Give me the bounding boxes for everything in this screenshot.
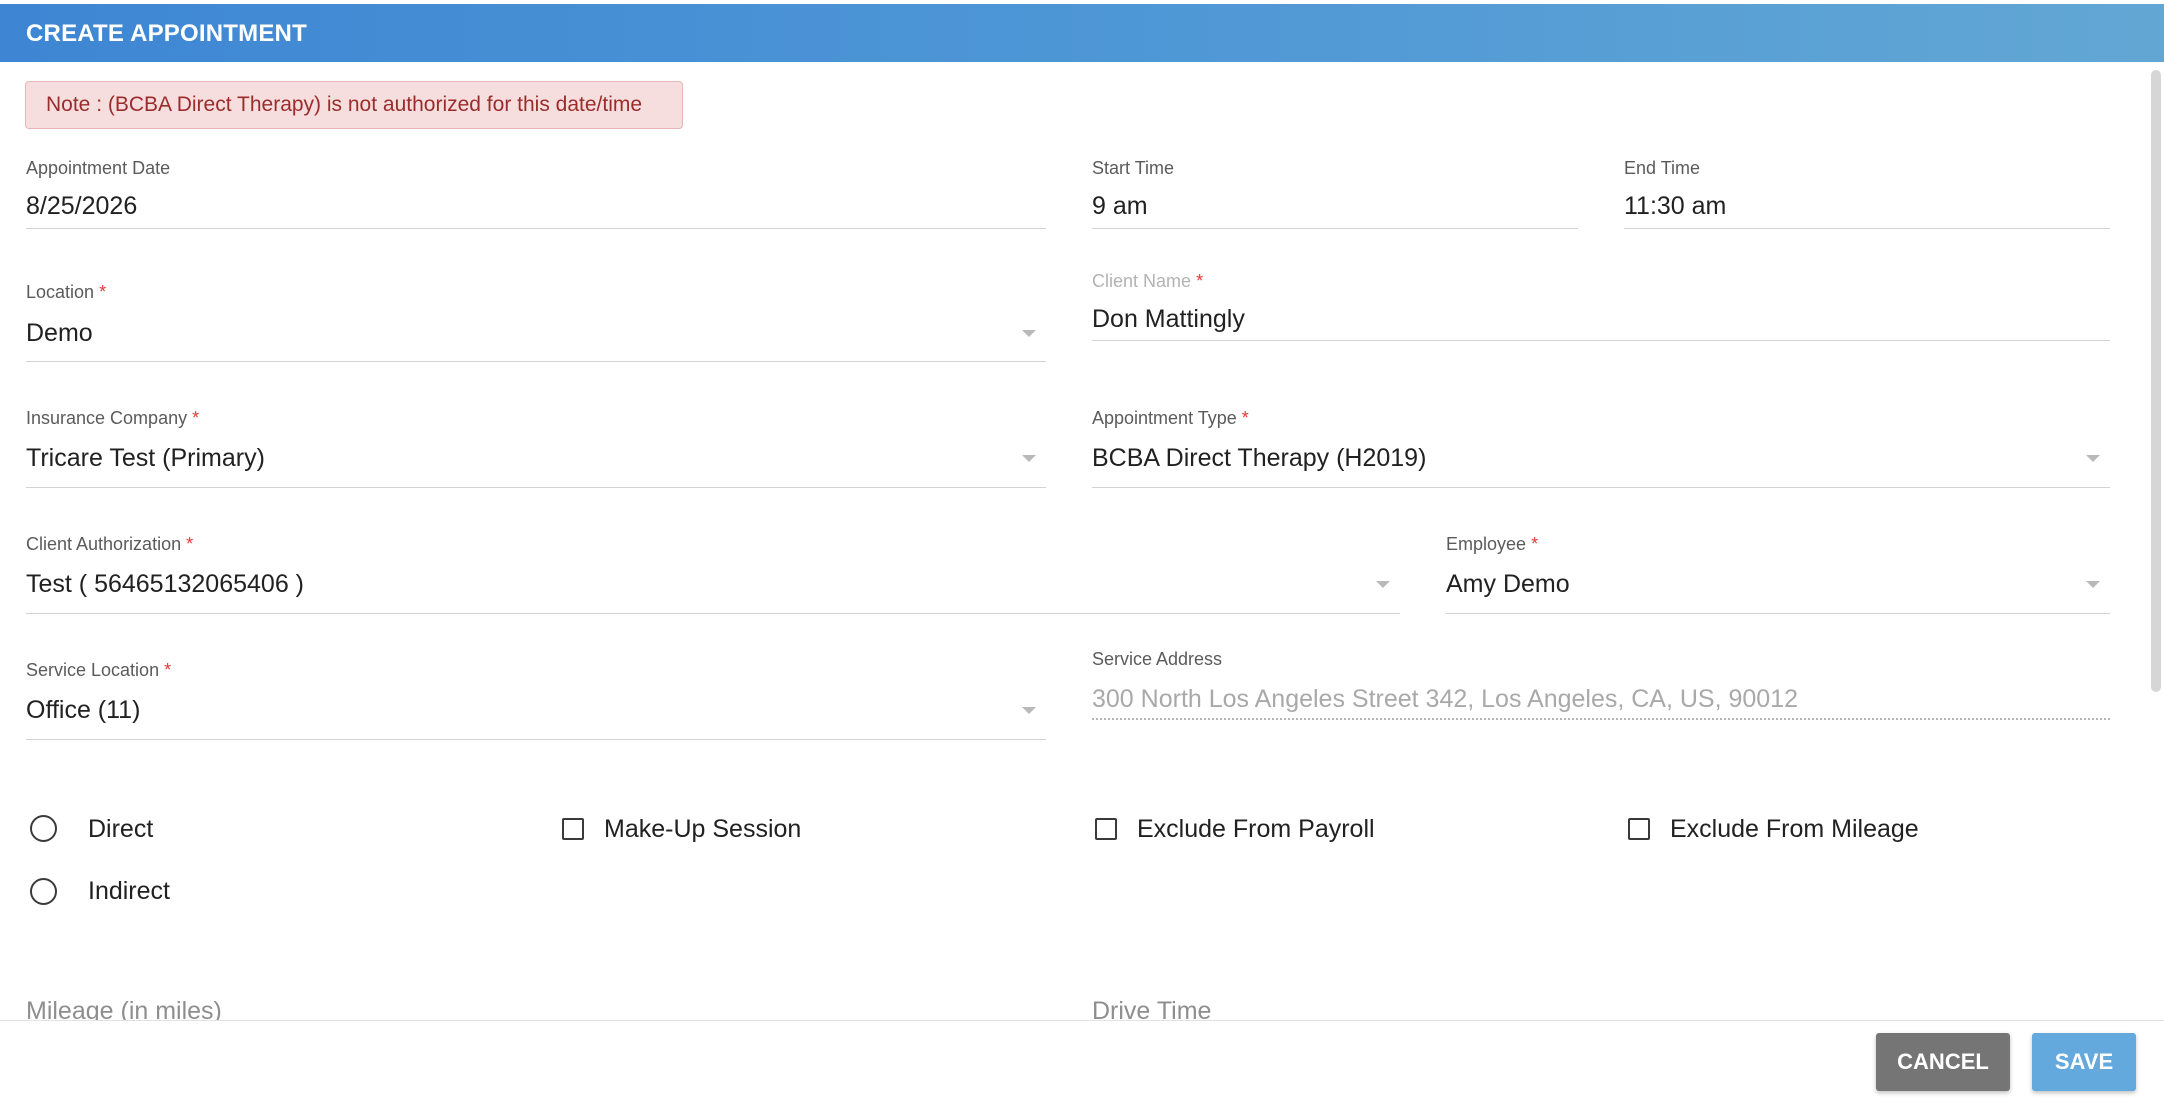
service-location-label: Service Location * [26,660,172,680]
client-authorization-underline [26,613,1400,614]
start-time-label: Start Time [1092,158,1175,178]
service-location-value: Office (11) [26,696,141,724]
insurance-company-value: Tricare Test (Primary) [26,444,265,472]
dialog-footer [0,1020,2164,1111]
indirect-label[interactable]: Indirect [88,877,170,906]
insurance-company-select[interactable]: Insurance Company * Tricare Test (Primar… [26,408,1046,490]
insurance-company-underline [26,487,1046,488]
exclude-payroll-checkbox[interactable] [1095,818,1117,840]
required-marker: * [1531,534,1539,554]
service-location-underline [26,739,1046,740]
exclude-mileage-label[interactable]: Exclude From Mileage [1670,815,1919,844]
service-location-select[interactable]: Service Location * Office (11) [26,660,1046,742]
employee-underline [1446,613,2110,614]
location-select[interactable]: Location * Demo [26,282,1046,364]
start-time-field[interactable]: Start Time 9 am [1092,158,1578,230]
insurance-company-label: Insurance Company * [26,408,200,428]
required-marker: * [99,282,107,302]
appointment-type-label: Appointment Type * [1092,408,1249,428]
chevron-down-icon[interactable] [1022,330,1036,337]
save-button[interactable]: SAVE [2032,1033,2136,1091]
employee-value: Amy Demo [1446,570,1570,598]
appointment-type-select[interactable]: Appointment Type * BCBA Direct Therapy (… [1092,408,2110,490]
service-address-value: 300 North Los Angeles Street 342, Los An… [1092,685,1799,713]
appointment-date-value: 8/25/2026 [26,192,138,220]
client-authorization-value: Test ( 56465132065406 ) [26,570,304,598]
start-time-underline [1092,228,1578,229]
cancel-button[interactable]: CANCEL [1876,1033,2010,1091]
service-address-label: Service Address [1092,649,1223,669]
exclude-mileage-checkbox[interactable] [1628,818,1650,840]
scrollbar-thumb[interactable] [2151,70,2161,692]
indirect-radio[interactable] [30,878,57,905]
chevron-down-icon[interactable] [2086,455,2100,462]
service-address-underline [1092,718,2110,720]
client-authorization-select[interactable]: Client Authorization * Test ( 5646513206… [26,534,1400,616]
appointment-type-value: BCBA Direct Therapy (H2019) [1092,444,1427,472]
dialog-title: CREATE APPOINTMENT [26,20,307,47]
client-name-field[interactable]: Client Name * Don Mattingly [1092,271,2110,343]
client-name-label: Client Name * [1092,271,1204,291]
end-time-value: 11:30 am [1624,192,1727,220]
required-marker: * [1241,408,1249,428]
dialog-header: CREATE APPOINTMENT [0,4,2164,62]
end-time-underline [1624,228,2110,229]
exclude-payroll-label[interactable]: Exclude From Payroll [1137,815,1375,844]
location-label: Location * [26,282,107,302]
chevron-down-icon[interactable] [1376,581,1390,588]
makeup-session-label[interactable]: Make-Up Session [604,815,801,844]
appointment-date-label: Appointment Date [26,158,171,178]
required-marker: * [1196,271,1204,291]
employee-select[interactable]: Employee * Amy Demo [1446,534,2110,616]
direct-radio[interactable] [30,815,57,842]
end-time-field[interactable]: End Time 11:30 am [1624,158,2110,230]
start-time-value: 9 am [1092,192,1148,220]
client-name-underline [1092,340,2110,341]
employee-label: Employee * [1446,534,1539,554]
location-value: Demo [26,319,93,347]
end-time-label: End Time [1624,158,1701,178]
chevron-down-icon[interactable] [1022,455,1036,462]
location-underline [26,361,1046,362]
required-marker: * [186,534,194,554]
required-marker: * [164,660,172,680]
authorization-warning: Note : (BCBA Direct Therapy) is not auth… [25,81,683,129]
client-name-value: Don Mattingly [1092,305,1245,333]
chevron-down-icon[interactable] [1022,707,1036,714]
makeup-session-checkbox[interactable] [562,818,584,840]
appointment-date-underline [26,228,1046,229]
chevron-down-icon[interactable] [2086,581,2100,588]
direct-label[interactable]: Direct [88,815,153,844]
service-address-field: Service Address 300 North Los Angeles St… [1092,649,2110,723]
required-marker: * [192,408,200,428]
appointment-type-underline [1092,487,2110,488]
appointment-date-field[interactable]: Appointment Date 8/25/2026 [26,158,1046,230]
client-authorization-label: Client Authorization * [26,534,194,554]
